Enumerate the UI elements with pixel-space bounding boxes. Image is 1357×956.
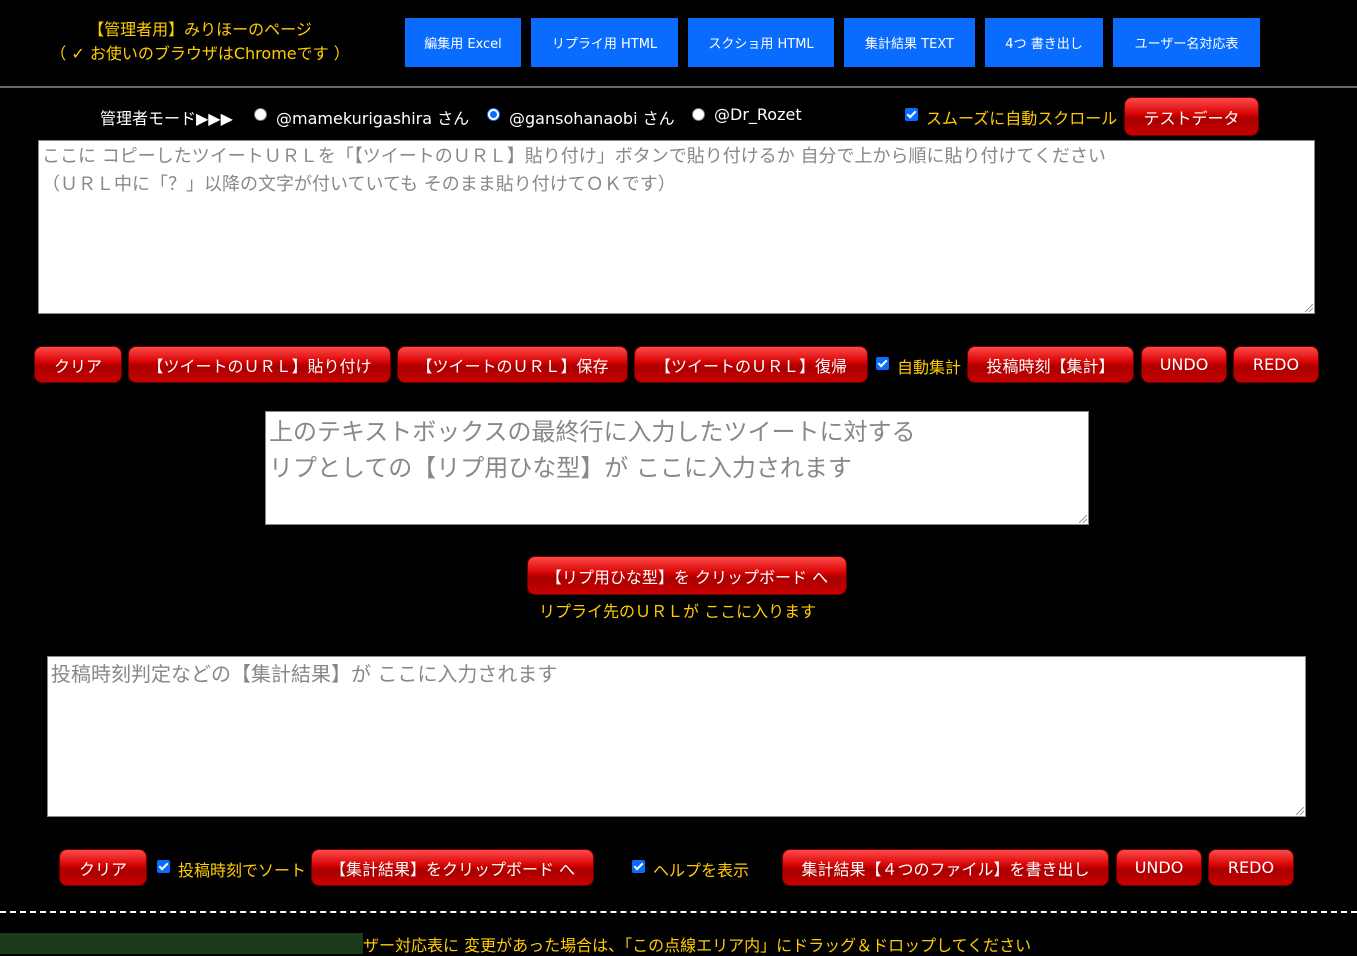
radio-mamekurigashira[interactable] — [254, 108, 267, 121]
reply-template-textarea[interactable]: 上のテキストボックスの最終行に入力したツイートに対する リプとしての【リプ用ひな… — [265, 411, 1089, 525]
show-help-label: ヘルプを表示 — [653, 861, 750, 880]
reply-html-button[interactable]: リプライ用 HTML — [531, 18, 678, 67]
export-four-button[interactable]: 4つ 書き出し — [985, 18, 1103, 67]
smooth-scroll-checkbox[interactable] — [905, 108, 918, 121]
page-title: 【管理者用】みりほーのページ — [88, 20, 312, 39]
tweet-url-textarea[interactable]: ここに コピーしたツイートＵＲＬを「【ツイートのＵＲＬ】貼り付け」ボタンで貼り付… — [38, 140, 1315, 314]
copy-reply-button[interactable]: 【リプ用ひな型】を クリップボード へ — [527, 556, 847, 595]
restore-url-button[interactable]: 【ツイートのＵＲＬ】復帰 — [634, 346, 868, 383]
radio-label-gansohanaobi: @gansohanaobi さん — [509, 109, 675, 128]
undo-button-2[interactable]: UNDO — [1116, 849, 1202, 886]
clear-url-button[interactable]: クリア — [34, 346, 122, 383]
save-url-button[interactable]: 【ツイートのＵＲＬ】保存 — [397, 346, 628, 383]
resize-grip-icon[interactable] — [1079, 515, 1087, 523]
export-files-button[interactable]: 集計結果【４つのファイル】を書き出し — [782, 849, 1109, 886]
excel-button[interactable]: 編集用 Excel — [405, 18, 521, 67]
radio-gansohanaobi[interactable] — [487, 108, 500, 121]
radio-label-dr-rozet: @Dr_Rozet — [714, 105, 802, 124]
clear-result-button[interactable]: クリア — [59, 849, 147, 886]
browser-note: （ ✓ お使いのブラウザはChromeです ） — [50, 44, 350, 63]
result-text-button[interactable]: 集計結果 TEXT — [844, 18, 975, 67]
sort-by-time-checkbox[interactable] — [157, 860, 170, 873]
username-table-button[interactable]: ユーザー名対応表 — [1113, 18, 1260, 67]
page-header-title: 【管理者用】みりほーのページ （ ✓ お使いのブラウザはChromeです ） — [0, 18, 400, 66]
test-data-button[interactable]: テストデータ — [1124, 97, 1259, 136]
show-help-checkbox[interactable] — [632, 860, 645, 873]
redo-button-1[interactable]: REDO — [1233, 346, 1319, 383]
copy-result-button[interactable]: 【集計結果】をクリップボード へ — [311, 849, 594, 886]
auto-tally-checkbox[interactable] — [876, 357, 889, 370]
status-bar-block — [0, 933, 363, 954]
radio-dr-rozet[interactable] — [692, 108, 705, 121]
drop-area-border — [0, 911, 1357, 913]
sort-by-time-label: 投稿時刻でソート — [178, 861, 307, 880]
tally-result-textarea[interactable]: 投稿時刻判定などの【集計結果】が ここに入力されます — [47, 656, 1306, 817]
reply-url-note: リプライ先のＵＲＬが ここに入ります — [539, 602, 817, 621]
redo-button-2[interactable]: REDO — [1208, 849, 1294, 886]
radio-label-mamekurigashira: @mamekurigashira さん — [276, 109, 470, 128]
screenshot-html-button[interactable]: スクショ用 HTML — [688, 18, 834, 67]
tally-button[interactable]: 投稿時刻【集計】 — [967, 346, 1134, 383]
resize-grip-icon[interactable] — [1305, 304, 1313, 312]
paste-url-button[interactable]: 【ツイートのＵＲＬ】貼り付け — [128, 346, 391, 383]
undo-button-1[interactable]: UNDO — [1141, 346, 1227, 383]
admin-mode-label: 管理者モード▶▶▶ — [100, 109, 233, 128]
drop-area-instruction[interactable]: ザー対応表に 変更があった場合は、「この点線エリア内」にドラッグ＆ドロップしてく… — [363, 932, 1031, 956]
auto-tally-label: 自動集計 — [897, 358, 962, 377]
smooth-scroll-label: スムーズに自動スクロール — [926, 109, 1118, 128]
header-divider — [0, 86, 1357, 88]
resize-grip-icon[interactable] — [1296, 807, 1304, 815]
